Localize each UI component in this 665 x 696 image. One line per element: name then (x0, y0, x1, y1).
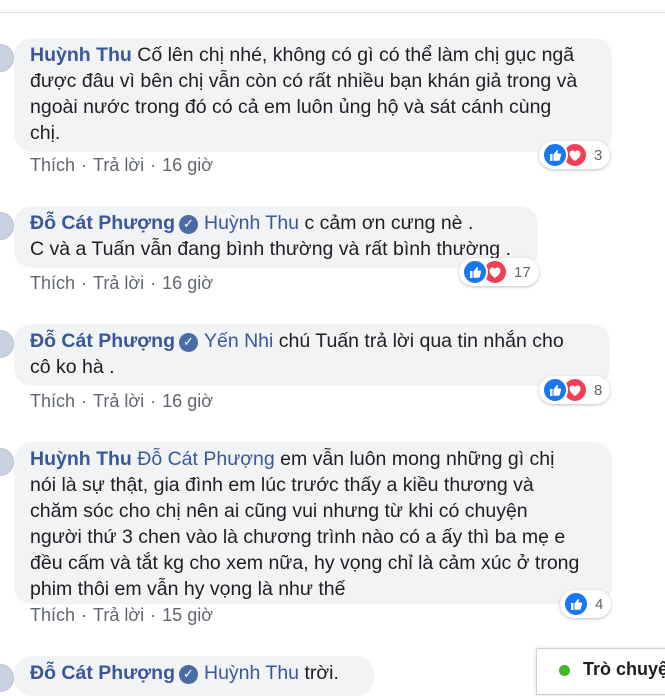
like-link[interactable]: Thích (30, 273, 75, 293)
comment-text-line: chú Tuấn trả lời qua tin nhắn cho (278, 330, 564, 352)
separator-dot: · (81, 391, 88, 411)
verified-badge-icon: ✓ (178, 215, 198, 234)
reaction-summary[interactable]: 3 (539, 141, 611, 169)
reaction-summary[interactable]: 4 (560, 590, 612, 618)
like-link[interactable]: Thích (30, 391, 75, 411)
avatar[interactable] (0, 330, 14, 358)
comment-bubble: Đỗ Cát Phượng ✓ Huỳnh Thu trời. (14, 656, 374, 696)
mention-link[interactable]: Đỗ Cát Phượng (137, 448, 275, 470)
reaction-count: 3 (594, 146, 603, 164)
mention-link[interactable]: Yến Nhi (204, 330, 273, 352)
comment-text-line: được đâu vì bên chị vẫn còn có rất nhiều… (30, 70, 578, 92)
comment-text-line: em vẫn luôn mong những gì chị (280, 448, 555, 470)
avatar[interactable] (0, 664, 14, 692)
reaction-count: 17 (514, 263, 531, 281)
comment-time[interactable]: 16 giờ (162, 391, 213, 411)
like-icon (563, 591, 589, 617)
comment-text-line: ngoài nước trong đó có cả em luôn ủng hộ… (30, 96, 552, 118)
reaction-summary[interactable]: 17 (459, 258, 539, 286)
like-icon (462, 259, 488, 285)
like-icon (542, 377, 568, 403)
avatar[interactable] (0, 44, 14, 72)
comment-text-line: người thứ 3 chen vào là chương trình nào… (30, 526, 566, 548)
comment-text-line: chị. (30, 122, 61, 144)
separator-dot: · (81, 155, 88, 175)
like-link[interactable]: Thích (30, 155, 75, 175)
reaction-count: 8 (594, 381, 603, 399)
avatar[interactable] (0, 448, 14, 476)
separator-dot: · (150, 273, 157, 293)
top-divider (0, 0, 665, 13)
reply-link[interactable]: Trả lời (93, 391, 144, 411)
comment-time[interactable]: 15 giờ (162, 605, 213, 625)
mention-link[interactable]: Huỳnh Thu (204, 662, 299, 684)
separator-dot: · (150, 391, 157, 411)
comment-text-line: cô ko hà . (30, 356, 115, 378)
reply-link[interactable]: Trả lời (93, 273, 144, 293)
separator-dot: · (150, 605, 157, 625)
separator-dot: · (150, 155, 157, 175)
comment-bubble: Huỳnh Thu Đỗ Cát Phượng em vẫn luôn mong… (14, 442, 612, 604)
verified-badge-icon: ✓ (178, 665, 198, 684)
comment-actions: Thích · Trả lời · 16 giờ (30, 155, 213, 176)
comment-actions: Thích · Trả lời · 16 giờ (30, 273, 213, 294)
separator-dot: · (81, 273, 88, 293)
mention-link[interactable]: Huỳnh Thu (204, 212, 299, 234)
comment-text-line: nói là sự thật, gia đình em lúc trước th… (30, 474, 534, 496)
separator-dot: · (81, 605, 88, 625)
comment-actions: Thích · Trả lời · 15 giờ (30, 605, 213, 626)
comment-bubble: Huỳnh Thu Cố lên chị nhé, không có gì có… (14, 38, 612, 152)
comment-bubble: Đỗ Cát Phượng ✓ Huỳnh Thu c cảm ơn cưng nè… (14, 206, 538, 268)
comment-text-line: Cố lên chị nhé, không có gì có thể làm c… (137, 44, 575, 66)
comment-author[interactable]: Đỗ Cát Phượng (30, 212, 175, 234)
comment-text-line: C và a Tuấn vẫn đang bình thường và rất … (30, 238, 511, 260)
comment-time[interactable]: 16 giờ (162, 155, 213, 175)
like-icon (542, 142, 568, 168)
comment-author[interactable]: Huỳnh Thu (30, 44, 132, 66)
comment-author[interactable]: Huỳnh Thu (30, 448, 132, 470)
online-status-icon (559, 665, 570, 676)
comment-author[interactable]: Đỗ Cát Phượng (30, 330, 175, 352)
reply-link[interactable]: Trả lời (93, 155, 144, 175)
comment-text-line: trời. (304, 662, 339, 684)
chat-label[interactable]: Trò chuyện (583, 659, 665, 680)
comment-time[interactable]: 16 giờ (162, 273, 213, 293)
comment-text-line: c cảm ơn cưng nè . (304, 212, 474, 234)
like-link[interactable]: Thích (30, 605, 75, 625)
comment-bubble: Đỗ Cát Phượng ✓ Yến Nhi chú Tuấn trả lời q… (14, 324, 610, 386)
reaction-count: 4 (595, 595, 604, 613)
avatar[interactable] (0, 212, 14, 240)
comment-author[interactable]: Đỗ Cát Phượng (30, 662, 175, 684)
comment-actions: Thích · Trả lời · 16 giờ (30, 391, 213, 412)
chat-bar[interactable]: Trò chuyện (536, 648, 665, 695)
reaction-summary[interactable]: 8 (539, 376, 611, 404)
verified-badge-icon: ✓ (178, 333, 198, 352)
comment-text-line: đều cấm và tắt kg cho xem nữa, hy vọng c… (30, 552, 580, 574)
reply-link[interactable]: Trả lời (93, 605, 144, 625)
comment-text-line: phim thôi em vẫn hy vọng là như thế (30, 578, 346, 600)
comment-text-line: chăm sóc cho chị nên ai cũng vui nhưng t… (30, 500, 528, 522)
